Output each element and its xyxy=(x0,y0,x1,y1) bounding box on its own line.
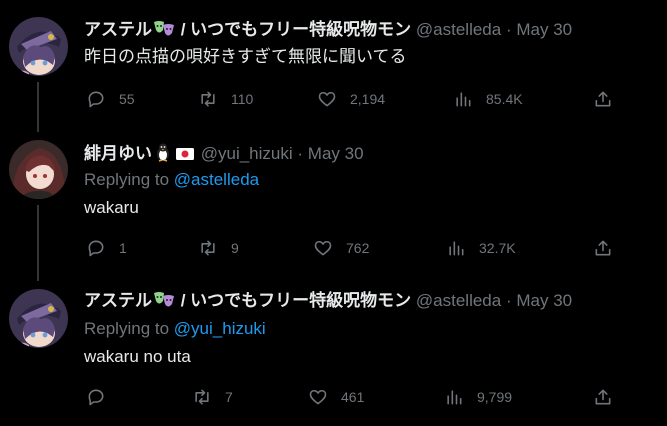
separator: · xyxy=(297,144,304,163)
views-button[interactable]: 85.4K xyxy=(453,87,523,111)
theater-masks-icon xyxy=(153,291,175,315)
like-button[interactable]: 2,194 xyxy=(317,87,385,111)
share-button[interactable] xyxy=(593,87,613,111)
japan-flag-icon xyxy=(175,146,195,168)
views-button[interactable]: 9,799 xyxy=(444,385,512,409)
display-name-suffix: / いつでもフリー特級呪物モン xyxy=(176,20,412,39)
tweet[interactable]: 緋月ゆい @yui_hizuki · May 30 Replying to @a… xyxy=(0,130,667,275)
tweet-text: wakaru no uta xyxy=(84,347,191,366)
tweet-header: 緋月ゆい @yui_hizuki · May 30 xyxy=(84,142,364,168)
share-icon xyxy=(595,389,611,405)
heart-icon xyxy=(314,240,332,256)
avatar-image xyxy=(9,140,68,199)
tweet-actions: 1 9 762 32.7K xyxy=(84,236,624,260)
display-name[interactable]: 緋月ゆい xyxy=(84,144,152,163)
retweet-icon xyxy=(195,389,209,405)
share-icon xyxy=(595,91,611,107)
like-count: 762 xyxy=(346,240,370,256)
like-button[interactable]: 461 xyxy=(308,385,364,409)
penguin-icon xyxy=(153,142,173,168)
like-count: 461 xyxy=(341,389,365,405)
mention-link[interactable]: @yui_hizuki xyxy=(174,319,266,338)
share-button[interactable] xyxy=(593,385,613,409)
views-button[interactable]: 32.7K xyxy=(446,236,516,260)
date[interactable]: May 30 xyxy=(516,291,572,310)
theater-masks-icon xyxy=(153,20,175,44)
views-chart-icon xyxy=(447,390,462,405)
retweet-icon xyxy=(201,91,215,107)
reply-icon xyxy=(88,91,104,108)
view-count: 85.4K xyxy=(486,91,523,107)
replying-to: Replying to @astelleda xyxy=(84,169,259,191)
avatar-image xyxy=(9,17,68,76)
retweet-button[interactable]: 110 xyxy=(198,87,253,111)
heart-icon xyxy=(309,389,327,405)
replying-to-label: Replying to xyxy=(84,319,170,338)
avatar[interactable] xyxy=(9,289,68,348)
heart-icon xyxy=(318,91,336,107)
views-chart-icon xyxy=(456,92,471,107)
avatar[interactable] xyxy=(9,17,68,76)
replying-to-label: Replying to xyxy=(84,170,170,189)
replying-to: Replying to @yui_hizuki xyxy=(84,318,266,340)
retweet-count: 7 xyxy=(225,389,233,405)
handle[interactable]: @astelleda xyxy=(416,291,501,310)
reply-button[interactable]: 1 xyxy=(86,236,127,260)
tweet-actions: 55 110 2,194 85.4K xyxy=(84,87,624,111)
retweet-count: 9 xyxy=(231,240,239,256)
tweet-text: 昨日の点描の唄好きすぎて無限に聞いてる xyxy=(84,47,407,66)
date[interactable]: May 30 xyxy=(308,144,364,163)
reply-button[interactable] xyxy=(86,385,119,409)
tweet[interactable]: アステル / いつでもフリー特級呪物モン @astelleda · May 30… xyxy=(0,0,667,130)
like-count: 2,194 xyxy=(350,91,386,107)
retweet-button[interactable]: 9 xyxy=(198,236,239,260)
view-count: 32.7K xyxy=(479,240,516,256)
retweet-count: 110 xyxy=(231,91,254,107)
share-button[interactable] xyxy=(593,236,613,260)
tweet-actions: 7 461 9,799 xyxy=(84,385,624,409)
retweet-icon xyxy=(201,240,215,256)
separator: · xyxy=(505,291,512,310)
date[interactable]: May 30 xyxy=(516,20,572,39)
retweet-button[interactable]: 7 xyxy=(192,385,233,409)
share-icon xyxy=(595,240,611,256)
reply-count: 55 xyxy=(119,91,135,107)
handle[interactable]: @astelleda xyxy=(416,20,501,39)
like-button[interactable]: 762 xyxy=(313,236,369,260)
display-name[interactable]: アステル xyxy=(84,20,152,39)
tweet-header: アステル / いつでもフリー特級呪物モン @astelleda · May 30 xyxy=(84,290,572,315)
separator: · xyxy=(505,20,512,39)
reply-icon xyxy=(88,389,104,406)
view-count: 9,799 xyxy=(477,389,513,405)
tweet-text: wakaru xyxy=(84,198,139,217)
mention-link[interactable]: @astelleda xyxy=(174,170,259,189)
avatar-image xyxy=(9,289,68,348)
avatar[interactable] xyxy=(9,140,68,199)
reply-icon xyxy=(88,240,104,257)
reply-count: 1 xyxy=(119,240,127,256)
reply-button[interactable]: 55 xyxy=(86,87,135,111)
views-chart-icon xyxy=(449,241,464,256)
handle[interactable]: @yui_hizuki xyxy=(201,144,293,163)
tweet[interactable]: アステル / いつでもフリー特級呪物モン @astelleda · May 30… xyxy=(0,275,667,426)
tweet-header: アステル / いつでもフリー特級呪物モン @astelleda · May 30 xyxy=(84,19,572,44)
display-name[interactable]: アステル xyxy=(84,291,152,310)
display-name-suffix: / いつでもフリー特級呪物モン xyxy=(176,291,412,310)
